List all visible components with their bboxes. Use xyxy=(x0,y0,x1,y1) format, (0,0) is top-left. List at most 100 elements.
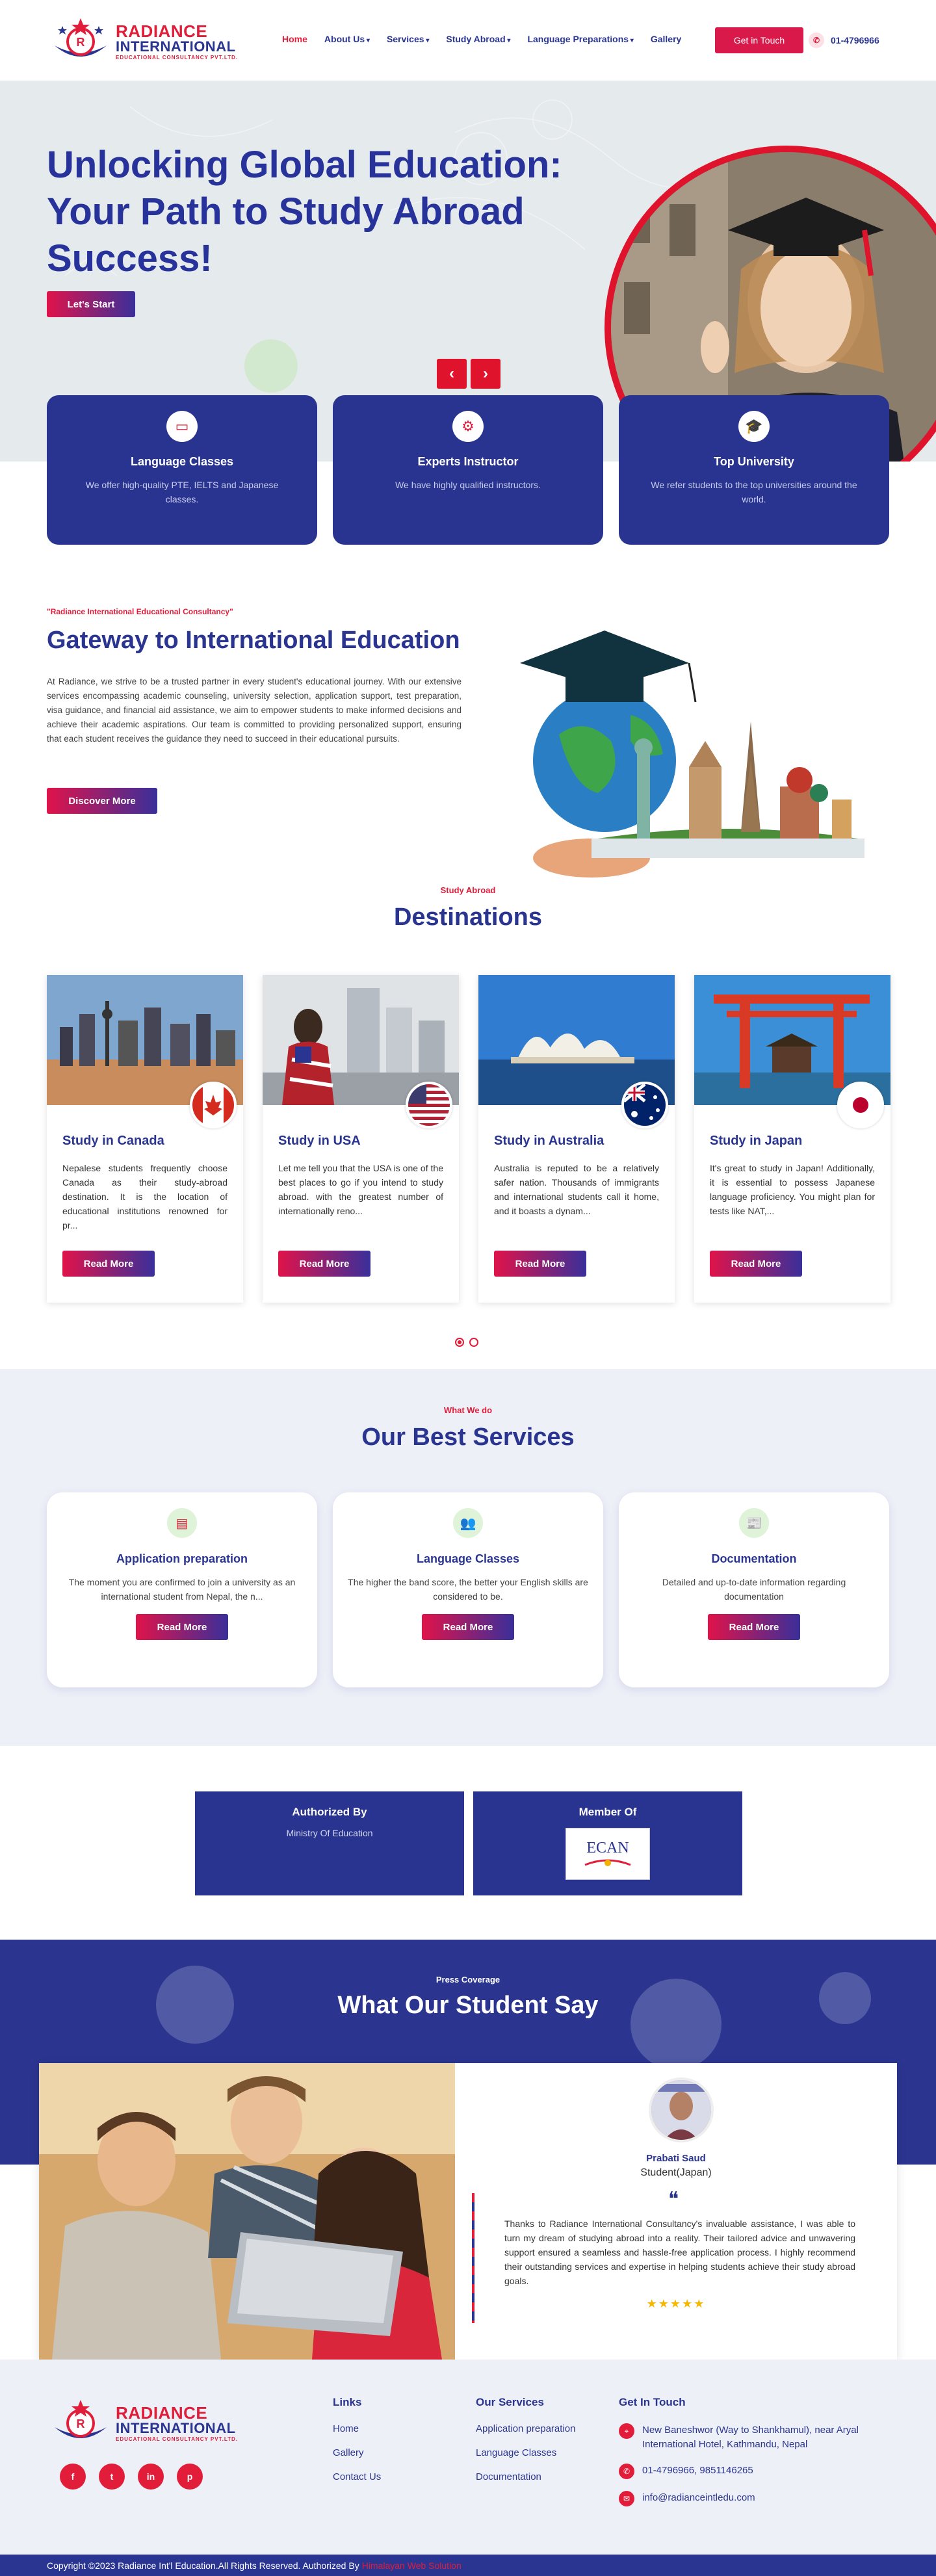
read-more-button[interactable]: Read More xyxy=(62,1251,155,1277)
feature-card-university: 🎓 Top University We refer students to th… xyxy=(619,395,889,545)
brand-name-line1: RADIANCE xyxy=(116,2402,208,2423)
services-section: What We do Our Best Services ▤ Applicati… xyxy=(0,1369,936,1746)
footer-service-language[interactable]: Language Classes xyxy=(476,2447,575,2458)
student-role: Student(Japan) xyxy=(640,2167,712,2178)
usa-flag-icon xyxy=(406,1082,452,1128)
gears-icon: ⚙ xyxy=(452,411,484,442)
services-eyebrow: What We do xyxy=(443,1405,493,1415)
quote-icon: ❝ xyxy=(668,2189,679,2210)
authorized-text: Ministry Of Education xyxy=(286,1828,373,1838)
nav-home[interactable]: Home xyxy=(282,34,307,44)
destination-text: Let me tell you that the USA is one of t… xyxy=(278,1163,443,1216)
destination-text: It's great to study in Japan! Additional… xyxy=(710,1163,875,1216)
discover-more-button[interactable]: Discover More xyxy=(47,788,157,814)
ecan-logo[interactable]: ECAN xyxy=(566,1828,650,1880)
destination-title: Study in Australia xyxy=(494,1134,604,1148)
phone-icon: ✆ xyxy=(809,33,824,48)
footer-services-column: Our Services Application preparation Lan… xyxy=(476,2396,575,2495)
service-text: The higher the band score, the better yo… xyxy=(348,1577,588,1602)
brand-tagline: EDUCATIONAL CONSULTANCY PVT.LTD. xyxy=(116,2436,238,2442)
read-more-button[interactable]: Read More xyxy=(494,1251,586,1277)
read-more-button[interactable]: Read More xyxy=(278,1251,370,1277)
authorized-title: Authorized By xyxy=(292,1806,367,1818)
authorized-by-card: Authorized By Ministry Of Education xyxy=(195,1791,464,1895)
carousel-dots xyxy=(455,1338,478,1347)
footer-service-application[interactable]: Application preparation xyxy=(476,2423,575,2434)
location-icon: ⌖ xyxy=(619,2423,634,2439)
svg-text:R: R xyxy=(77,36,85,49)
read-more-button[interactable]: Read More xyxy=(136,1614,228,1640)
carousel-dot-1[interactable] xyxy=(455,1338,464,1347)
decorative-blob xyxy=(244,339,298,393)
footer-link-contact[interactable]: Contact Us xyxy=(333,2471,381,2482)
footer-service-documentation[interactable]: Documentation xyxy=(476,2471,575,2482)
footer-address: ⌖ New Baneshwor (Way to Shankhamul), nea… xyxy=(619,2423,879,2452)
envelope-icon: ✉ xyxy=(619,2491,634,2506)
linkedin-icon[interactable]: in xyxy=(138,2464,164,2490)
footer-contact-column: Get In Touch ⌖ New Baneshwor (Way to Sha… xyxy=(619,2396,879,2518)
footer-logo[interactable]: R RADIANCE INTERNATIONAL EDUCATIONAL CON… xyxy=(48,2397,243,2449)
footer-phone[interactable]: ✆ 01-4796966, 9851146265 xyxy=(619,2464,879,2479)
svg-text:R: R xyxy=(77,2417,85,2430)
member-of-card: Member Of ECAN xyxy=(473,1791,742,1895)
nav-gallery[interactable]: Gallery xyxy=(651,34,681,44)
hero-prev-button[interactable]: ‹ xyxy=(437,359,467,389)
copyright-author-link[interactable]: Himalayan Web Solution xyxy=(362,2560,462,2571)
destination-card-australia[interactable]: Study in Australia Australia is reputed … xyxy=(478,975,675,1303)
copyright-text: Copyright ©2023 Radiance Int'l Education… xyxy=(47,2560,359,2571)
students-laptop-photo xyxy=(39,2063,455,2360)
gateway-eyebrow: "Radiance International Educational Cons… xyxy=(47,607,233,616)
lets-start-button[interactable]: Let's Start xyxy=(47,291,135,317)
hero-next-button[interactable]: › xyxy=(471,359,500,389)
carousel-dot-2[interactable] xyxy=(469,1338,478,1347)
hero-title: Unlocking Global Education: Your Path to… xyxy=(47,144,562,280)
feature-text: We offer high-quality PTE, IELTS and Jap… xyxy=(85,480,279,504)
footer-links-column: Links Home Gallery Contact Us xyxy=(333,2396,381,2495)
destination-card-japan[interactable]: Study in Japan It's great to study in Ja… xyxy=(694,975,890,1303)
footer-link-gallery[interactable]: Gallery xyxy=(333,2447,381,2458)
destination-card-usa[interactable]: Study in USA Let me tell you that the US… xyxy=(263,975,459,1303)
facebook-icon[interactable]: f xyxy=(60,2464,86,2490)
destination-card-canada[interactable]: Study in Canada Nepalese students freque… xyxy=(47,975,243,1303)
ecan-emblem-icon xyxy=(584,1859,631,1866)
service-title: Application preparation xyxy=(116,1552,248,1565)
service-title: Language Classes xyxy=(416,1552,520,1565)
footer-email[interactable]: ✉ info@radianceintledu.com xyxy=(619,2491,879,2506)
destination-title: Study in USA xyxy=(278,1134,361,1148)
rating-stars-icon: ★★★★★ xyxy=(646,2297,706,2310)
destination-text: Australia is reputed to be a relatively … xyxy=(494,1163,659,1216)
ecan-logo-text: ECAN xyxy=(586,1839,629,1856)
testimonials-eyebrow: Press Coverage xyxy=(436,1975,500,1984)
services-title: Our Best Services xyxy=(361,1424,575,1451)
japan-flag-icon xyxy=(837,1082,884,1128)
header-phone-number: 01-4796966 xyxy=(831,35,879,46)
pinterest-icon[interactable]: p xyxy=(177,2464,203,2490)
get-in-touch-button[interactable]: Get in Touch xyxy=(715,27,803,53)
nav-about-us[interactable]: About Us xyxy=(324,34,370,44)
service-card-language: 👥 Language Classes The higher the band s… xyxy=(333,1492,603,1687)
read-more-button[interactable]: Read More xyxy=(710,1251,802,1277)
nav-services[interactable]: Services xyxy=(387,34,429,44)
nav-study-abroad[interactable]: Study Abroad xyxy=(446,34,510,44)
read-more-button[interactable]: Read More xyxy=(422,1614,514,1640)
brand-logo[interactable]: R RADIANCE INTERNATIONAL EDUCATIONAL CON… xyxy=(48,16,243,68)
users-icon: 👥 xyxy=(453,1508,483,1538)
gateway-body: At Radiance, we strive to be a trusted p… xyxy=(47,677,462,744)
testimonial-card: Prabati Saud Student(Japan) ❝ Thanks to … xyxy=(39,2063,897,2360)
header-phone[interactable]: ✆ 01-4796966 xyxy=(809,33,879,48)
document-icon: ▤ xyxy=(167,1508,197,1538)
footer-services-title: Our Services xyxy=(476,2396,544,2408)
service-title: Documentation xyxy=(711,1552,797,1565)
destination-title: Study in Canada xyxy=(62,1134,164,1148)
twitter-icon[interactable]: t xyxy=(99,2464,125,2490)
read-more-button[interactable]: Read More xyxy=(708,1614,800,1640)
nav-language-preparations[interactable]: Language Preparations xyxy=(527,34,633,44)
footer-address-text: New Baneshwor (Way to Shankhamul), near … xyxy=(642,2425,859,2450)
footer-links-title: Links xyxy=(333,2396,362,2408)
destinations-eyebrow: Study Abroad xyxy=(440,885,496,895)
service-card-application: ▤ Application preparation The moment you… xyxy=(47,1492,317,1687)
footer-link-home[interactable]: Home xyxy=(333,2423,381,2434)
destination-title: Study in Japan xyxy=(710,1134,803,1148)
service-text: Detailed and up-to-date information rega… xyxy=(662,1577,846,1602)
footer-email-text: info@radianceintledu.com xyxy=(642,2492,755,2503)
